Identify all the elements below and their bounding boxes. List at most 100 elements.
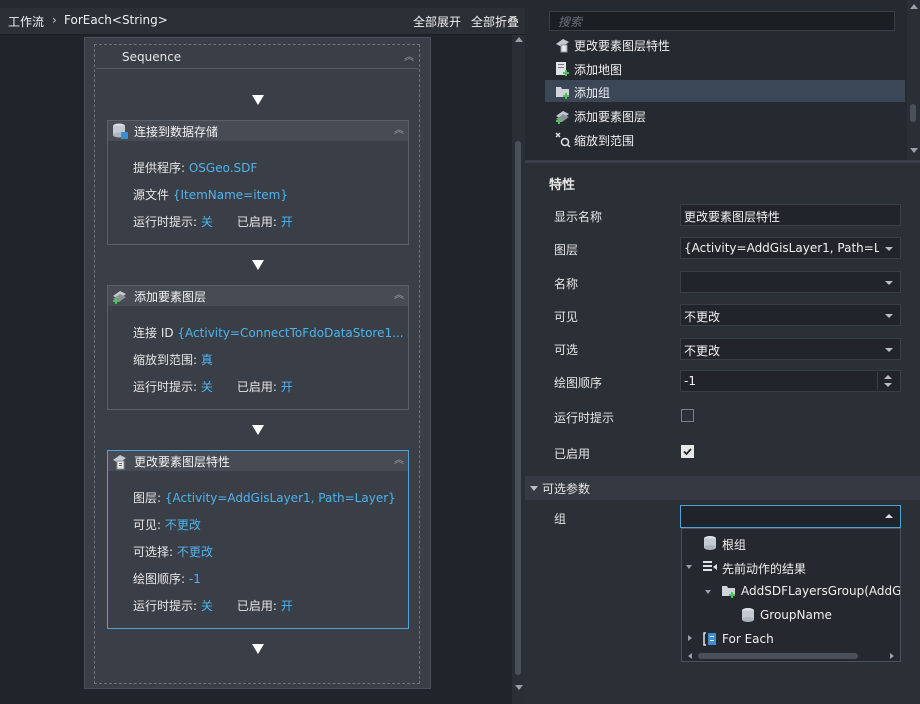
row-value: {Activity=AddGisLayer1, Path=Layer} — [164, 491, 396, 505]
collapse-card-icon[interactable]: ︽ — [394, 126, 404, 136]
runtime-hint-checkbox[interactable] — [681, 409, 694, 422]
dropdown-scroll-thumb[interactable] — [698, 653, 858, 659]
layer-select[interactable]: {Activity=AddGisLayer1, Path=Lay — [680, 237, 901, 259]
collapse-card-icon[interactable]: ︽ — [394, 456, 404, 466]
selectable-value: 不更改 — [684, 344, 721, 358]
row-label: 图层: — [133, 491, 165, 505]
zoom-extent-icon — [555, 132, 571, 148]
designer-toolbar: 工作流 › ForEach<String> 全部展开 全部折叠 — [0, 8, 525, 35]
collapse-section-icon[interactable] — [530, 486, 538, 491]
selectable-select[interactable]: 不更改 — [680, 338, 901, 360]
row-value: 不更改 — [176, 545, 213, 559]
runtime-hint-value: 关 — [200, 599, 213, 613]
canvas-scroll-thumb[interactable] — [515, 141, 521, 675]
toolbox-item[interactable]: 添加地图 — [574, 61, 622, 78]
layer-value: {Activity=AddGisLayer1, Path=Lay — [684, 241, 879, 255]
scroll-down-icon[interactable] — [515, 685, 523, 690]
scroll-down-icon[interactable] — [910, 148, 918, 153]
expand-all-button[interactable]: 全部展开 — [413, 13, 461, 30]
toolbox-item[interactable]: 更改要素图层特性 — [574, 37, 670, 54]
tree-collapse-icon[interactable] — [686, 565, 692, 569]
row-value: 不更改 — [164, 518, 201, 532]
card-row: 提供程序: OSGeo.SDF — [133, 159, 257, 176]
row-value: OSGeo.SDF — [188, 161, 258, 175]
runtime-hint-value: 关 — [200, 380, 213, 394]
toolbox-item[interactable]: 缩放到范围 — [574, 132, 634, 149]
row-label: 缩放到范围: — [133, 353, 201, 367]
display-name-field[interactable]: 更改要素图层特性 — [680, 204, 901, 226]
visible-select[interactable]: 不更改 — [680, 304, 901, 326]
collapse-sequence-icon[interactable]: ︽ — [404, 53, 414, 63]
group-select[interactable] — [680, 505, 901, 528]
scroll-right-icon[interactable] — [890, 653, 894, 659]
row-value: -1 — [188, 572, 201, 586]
name-select[interactable] — [680, 271, 901, 293]
checkmark-icon — [683, 448, 692, 456]
row-value: 真 — [200, 353, 213, 367]
chevron-up-icon[interactable] — [885, 514, 893, 518]
draw-order-stepper[interactable]: -1 — [680, 370, 901, 392]
add-feature-layer-icon — [113, 291, 126, 304]
dropdown-item[interactable]: AddSDFLayersGroup(AddGr — [741, 584, 900, 598]
runtime-hint-label: 运行时提示: — [133, 599, 201, 613]
flow-arrow-icon — [252, 260, 264, 270]
breadcrumb-separator-icon: › — [52, 13, 57, 27]
scroll-up-icon[interactable] — [910, 4, 918, 9]
previous-result-icon — [703, 561, 717, 571]
stepper-down-icon[interactable] — [884, 383, 892, 387]
dropdown-item[interactable]: 根组 — [722, 536, 746, 553]
change-layer-properties-icon — [113, 455, 126, 470]
activity-connect-datastore[interactable]: 连接到数据存储 ︽ 提供程序: OSGeo.SDF 源文件 {ItemName=… — [107, 120, 409, 245]
card-footer: 运行时提示: 关 已启用: 开 — [133, 378, 293, 395]
properties-header: 特性 — [549, 178, 576, 193]
add-map-icon — [556, 62, 569, 76]
row-label: 可见: — [133, 518, 165, 532]
database-connect-icon — [113, 123, 128, 139]
enabled-checkbox[interactable] — [681, 445, 694, 458]
runtime-hint-label: 运行时提示: — [133, 215, 201, 229]
toolbox-search-input[interactable]: 搜索 — [549, 11, 895, 31]
sequence-title: Sequence — [122, 50, 182, 64]
breadcrumb-root[interactable]: 工作流 — [8, 13, 44, 30]
enabled-label: 已启用: — [236, 215, 281, 229]
runtime-hint-value: 关 — [200, 215, 213, 229]
toolbox-scroll-thumb[interactable] — [910, 104, 916, 122]
enabled-value: 开 — [280, 215, 293, 229]
database-icon — [704, 536, 716, 550]
chevron-down-icon[interactable] — [885, 314, 893, 318]
collapse-card-icon[interactable]: ︽ — [394, 291, 404, 301]
dropdown-item[interactable]: For Each — [722, 632, 774, 646]
add-feature-layer-icon — [556, 111, 569, 124]
tree-expand-icon[interactable] — [688, 635, 692, 641]
card-row: 缩放到范围: 真 — [133, 351, 213, 368]
activity-change-layer-properties[interactable]: 更改要素图层特性 ︽ 图层: {Activity=AddGisLayer1, P… — [107, 450, 409, 629]
card-row: 可见: 不更改 — [133, 516, 201, 533]
canvas-scrollbar[interactable] — [512, 35, 525, 704]
stepper-up-icon[interactable] — [884, 375, 892, 379]
activity-add-feature-layer[interactable]: 添加要素图层 ︽ 连接 ID {Activity=ConnectToFdoDat… — [107, 285, 409, 410]
breadcrumb-current[interactable]: ForEach<String> — [64, 13, 168, 27]
card-footer: 运行时提示: 关 已启用: 开 — [133, 597, 293, 614]
toolbox-scrollbar[interactable] — [907, 0, 920, 160]
row-label: 连接 ID — [133, 326, 178, 340]
chevron-down-icon[interactable] — [885, 281, 893, 285]
row-label: 提供程序: — [133, 161, 189, 175]
tree-collapse-icon[interactable] — [705, 590, 711, 594]
collapse-all-button[interactable]: 全部折叠 — [471, 13, 519, 30]
chevron-down-icon[interactable] — [885, 247, 893, 251]
draw-order-value: -1 — [684, 374, 696, 388]
scroll-left-icon[interactable] — [688, 653, 692, 659]
scroll-up-icon[interactable] — [515, 37, 523, 42]
enabled-value: 开 — [280, 380, 293, 394]
runtime-hint-label: 运行时提示: — [133, 380, 201, 394]
dropdown-hscrollbar[interactable] — [682, 651, 900, 661]
toolbox-item[interactable]: 添加要素图层 — [574, 108, 646, 125]
dropdown-item[interactable]: GroupName — [760, 608, 832, 622]
dropdown-item[interactable]: 先前动作的结果 — [722, 560, 806, 577]
chevron-down-icon[interactable] — [885, 348, 893, 352]
optional-params-section[interactable]: 可选参数 — [525, 476, 920, 500]
stepper-buttons — [877, 372, 898, 390]
card-row: 源文件 {ItemName=item} — [133, 186, 288, 203]
row-label: 绘图顺序: — [133, 572, 189, 586]
toolbox-item[interactable]: 添加组 — [574, 84, 610, 101]
